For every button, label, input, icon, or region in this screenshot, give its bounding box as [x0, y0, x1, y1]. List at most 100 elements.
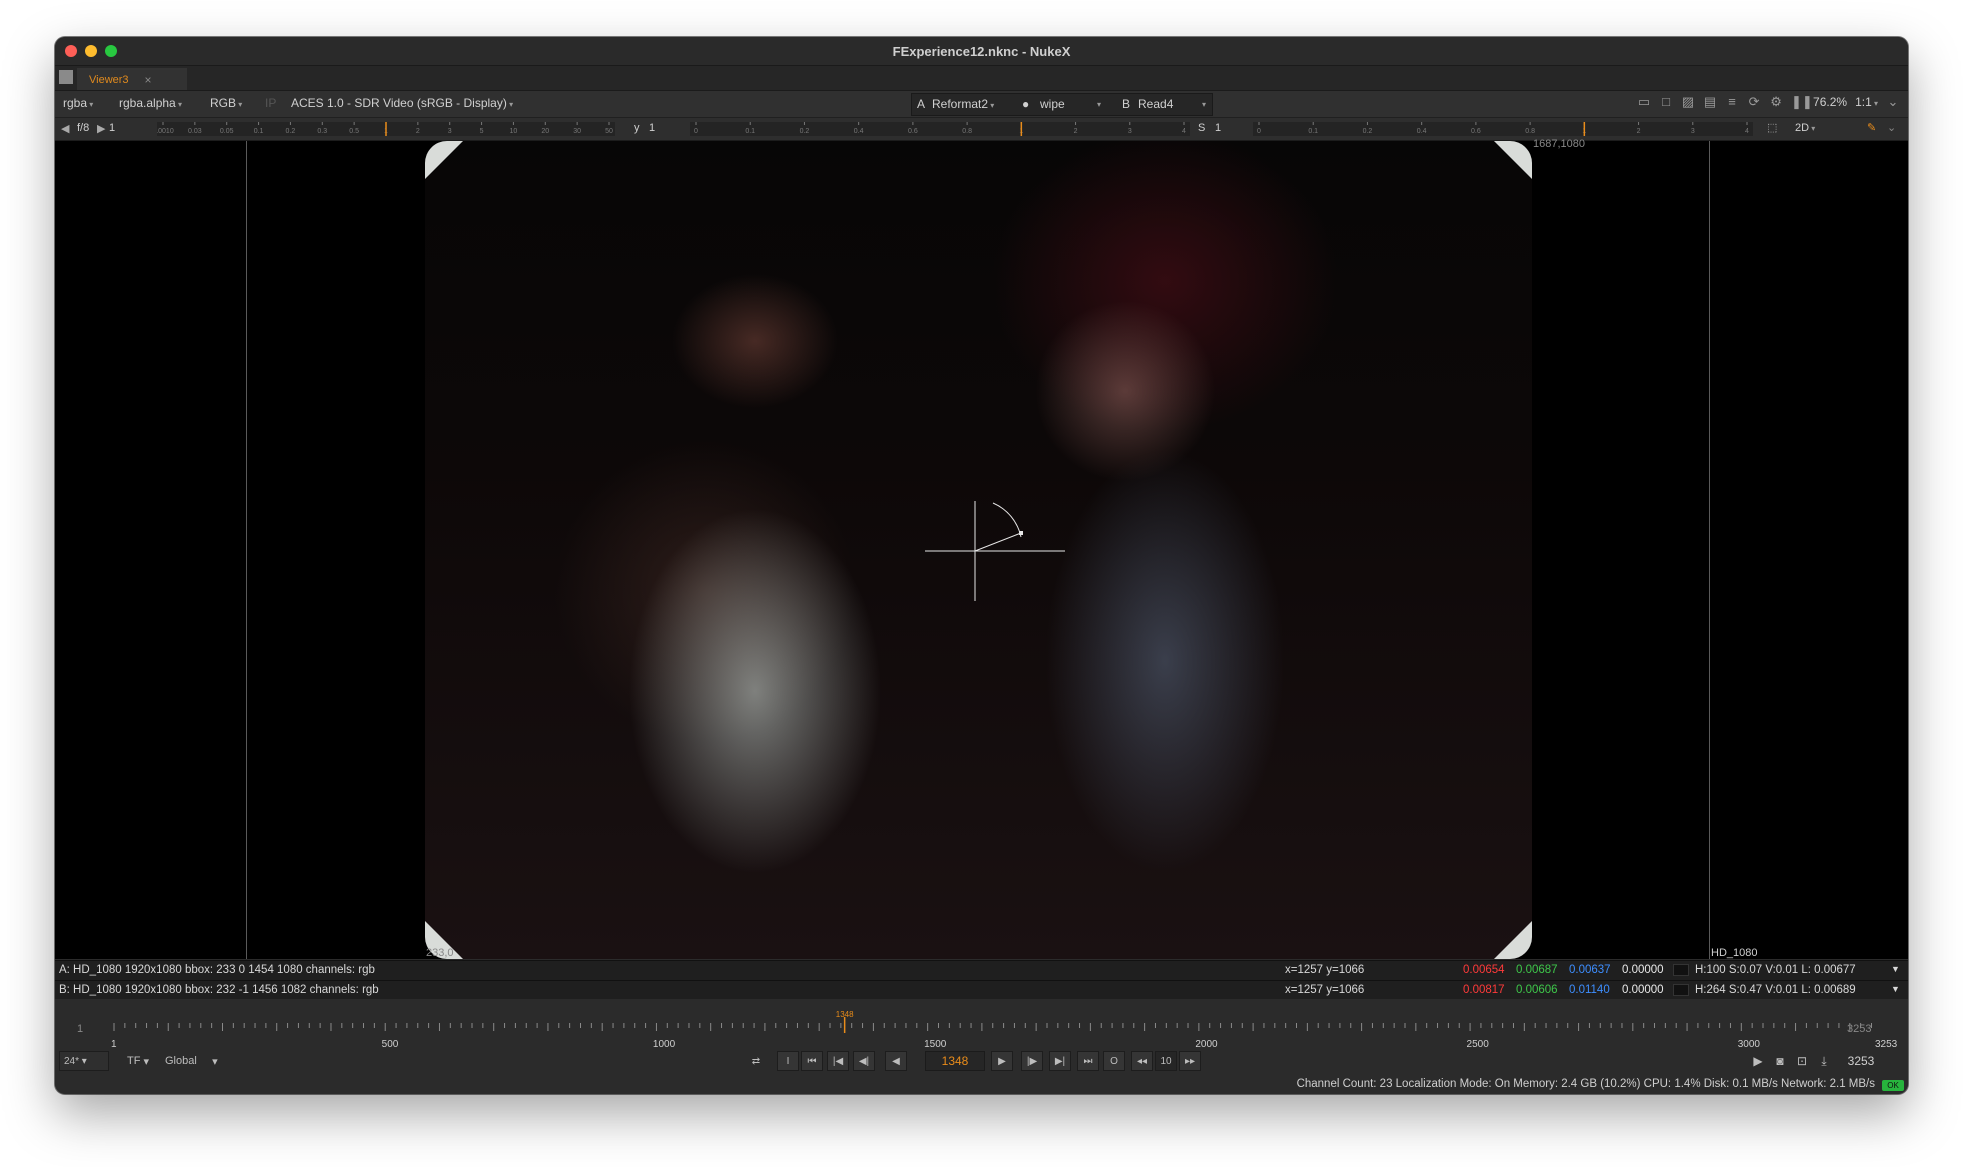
skip-increment-field[interactable]: 10	[1155, 1051, 1177, 1071]
saturation-value[interactable]: 1	[1215, 122, 1221, 134]
slider-tick-label: 0	[694, 128, 698, 135]
colorspace-dropdown[interactable]: RGB	[210, 96, 242, 110]
out-point-button[interactable]: O	[1103, 1051, 1125, 1071]
frame-icon[interactable]: □	[1659, 95, 1673, 109]
input-a-dropdown[interactable]: Reformat2	[932, 97, 994, 111]
fstop-decrease-icon[interactable]: ◀	[61, 122, 69, 135]
pixel-info-b: B: HD_1080 1920x1080 bbox: 232 -1 1456 1…	[55, 980, 1908, 1000]
export-icon[interactable]: ⤓	[1813, 1051, 1835, 1071]
timeline: 1 1348 1 500 1000 1500 2000 2500 3000 3253 3253…	[55, 999, 1908, 1087]
step-back-icon[interactable]: ◀|	[853, 1051, 875, 1071]
slider-tick-label: 2	[1637, 128, 1641, 135]
next-keyframe-icon[interactable]: ▶|	[1049, 1051, 1071, 1071]
collapse-2-icon[interactable]: ⌄	[1887, 121, 1896, 134]
info-b-hsvl: H:264 S:0.47 V:0.01 L: 0.00689	[1695, 984, 1856, 996]
gear-icon[interactable]: ⚙	[1769, 95, 1783, 109]
fps-dropdown[interactable]: 24* ▾	[59, 1051, 109, 1071]
timeline-playhead-label: 1348	[836, 1011, 854, 1019]
slider-tick-label: 4	[1182, 128, 1186, 135]
timeline-start[interactable]: 1	[77, 1023, 83, 1035]
alpha-dropdown[interactable]: rgba.alpha	[119, 96, 182, 110]
info-a-menu-icon[interactable]: ▼	[1891, 964, 1900, 974]
gamma-slider[interactable]: 00.10.20.40.60.81234	[690, 122, 1190, 136]
film-corner	[425, 141, 463, 179]
pane-menu-icon[interactable]	[59, 70, 73, 84]
skip-forward-icon[interactable]: ▸▸	[1179, 1051, 1201, 1071]
wipe-handle[interactable]	[925, 501, 1075, 621]
tab-close-icon[interactable]: ×	[145, 73, 152, 87]
current-frame-field[interactable]: 1348	[925, 1051, 985, 1071]
wipe-chevron-icon[interactable]: ▾	[1097, 100, 1101, 109]
render-icon[interactable]: ◙	[1769, 1051, 1791, 1071]
last-frame-icon[interactable]: ⏭	[1077, 1051, 1099, 1071]
ratio-dropdown[interactable]: 1:1	[1855, 95, 1878, 109]
skip-back-icon[interactable]: ◂◂	[1131, 1051, 1153, 1071]
info-b-swatch	[1673, 984, 1689, 996]
viewer-toolbar-top: rgba rgba.alpha RGB IP ACES 1.0 - SDR Vi…	[55, 91, 1908, 118]
global-dropdown[interactable]: Global ▾	[161, 1051, 231, 1071]
timeline-ruler[interactable]: 1348	[110, 1011, 1882, 1037]
step-forward-icon[interactable]: |▶	[1021, 1051, 1043, 1071]
lock-icon[interactable]: ⊡	[1791, 1051, 1813, 1071]
slider-tick-label: 0.8	[962, 128, 972, 135]
fstop-slider[interactable]: 0.00100.030.050.10.20.30.5123510203050	[157, 122, 615, 136]
tf-dropdown[interactable]: TF ▾	[123, 1051, 153, 1071]
format-label: HD_1080	[1711, 947, 1758, 959]
collapse-icon[interactable]: ⌄	[1886, 95, 1900, 109]
play-backward-icon[interactable]: ◀	[885, 1051, 907, 1071]
pause-icon[interactable]: ❚❚	[1791, 95, 1813, 109]
channels-dropdown[interactable]: rgba	[63, 96, 93, 110]
ip-toggle[interactable]: IP	[265, 96, 276, 110]
slider-tick-label: 10	[510, 128, 518, 135]
view-mode-dropdown[interactable]: 2D	[1795, 122, 1815, 134]
guides-icon[interactable]: ≡	[1725, 95, 1739, 109]
roi-icon[interactable]: ▭	[1637, 95, 1651, 109]
slider-tick-label: 0.4	[854, 128, 864, 135]
wipe-dot-icon: ●	[1022, 97, 1030, 111]
window-controls	[65, 45, 117, 57]
proxy-icon[interactable]: ▤	[1703, 95, 1717, 109]
paint-icon[interactable]: ✎	[1867, 121, 1876, 134]
prev-keyframe-icon[interactable]: |◀	[827, 1051, 849, 1071]
slider-tick-label: 5	[480, 128, 484, 135]
fstop-label: f/8	[77, 122, 90, 134]
display-transform-dropdown[interactable]: ACES 1.0 - SDR Video (sRGB - Display)	[291, 96, 513, 110]
playback-controls: 24* ▾ TF ▾ Global ▾ ⇄ I ⏮ |◀ ◀| ◀ 1348 ▶…	[55, 1051, 1908, 1073]
saturation-slider[interactable]: 00.10.20.40.60.81234	[1253, 122, 1753, 136]
end-frame-field[interactable]: 3253	[1839, 1051, 1883, 1071]
slider-tick-label: 0.05	[220, 128, 234, 135]
viewer-canvas[interactable]: 1687,1080 233,0 HD_1080	[55, 138, 1908, 959]
input-b-chevron-icon[interactable]: ▾	[1202, 100, 1206, 109]
input-b-dropdown[interactable]: Read4	[1138, 97, 1173, 111]
minimize-window-button[interactable]	[85, 45, 97, 57]
film-corner	[1494, 921, 1532, 959]
tab-bar: Viewer3 ×	[55, 66, 1908, 91]
saturation-label: S	[1198, 122, 1206, 134]
wipe-dropdown[interactable]: wipe	[1040, 97, 1065, 111]
loop-mode-icon[interactable]: ⇄	[745, 1051, 767, 1071]
input-compare-group: A Reformat2 ● wipe ▾ B Read4 ▾	[911, 93, 1213, 116]
timeline-label: 3253	[1875, 1039, 1898, 1050]
refresh-icon[interactable]: ⟳	[1747, 95, 1761, 109]
info-b-menu-icon[interactable]: ▼	[1891, 984, 1900, 994]
timeline-label: 1500	[924, 1039, 947, 1050]
stripes-icon[interactable]: ▨	[1681, 95, 1695, 109]
flipbook-icon[interactable]: ▶	[1747, 1051, 1769, 1071]
timeline-label: 500	[381, 1039, 399, 1050]
tab-viewer3[interactable]: Viewer3 ×	[77, 68, 187, 90]
in-point-button[interactable]: I	[777, 1051, 799, 1071]
close-window-button[interactable]	[65, 45, 77, 57]
info-b-alpha: 0.00000	[1622, 984, 1664, 996]
fstop-increase-icon[interactable]: ▶	[97, 122, 105, 135]
play-forward-icon[interactable]: ▶	[991, 1051, 1013, 1071]
gamma-value[interactable]: 1	[649, 122, 655, 134]
maximize-window-button[interactable]	[105, 45, 117, 57]
slider-tick-label: 0.2	[1363, 128, 1373, 135]
zoom-field[interactable]: 76.2%	[1813, 95, 1847, 109]
format-left-edge	[246, 141, 247, 959]
first-frame-icon[interactable]: ⏮	[801, 1051, 823, 1071]
fstop-value[interactable]: 1	[109, 122, 115, 134]
roi-select-icon[interactable]: ⬚	[1767, 121, 1777, 134]
slider-tick-label: 2	[1074, 128, 1078, 135]
timeline-end[interactable]: 3253	[1847, 1023, 1871, 1035]
